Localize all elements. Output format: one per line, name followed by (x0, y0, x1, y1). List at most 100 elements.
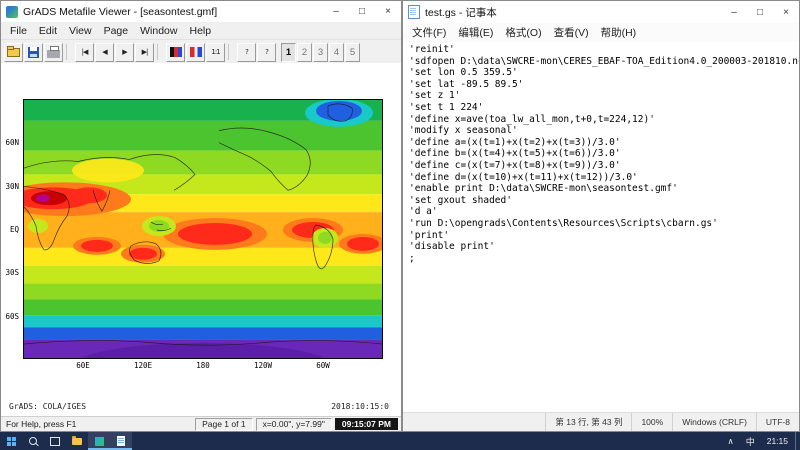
page-button-4[interactable]: 4 (329, 43, 344, 62)
script-line: 'reinit' (409, 44, 799, 56)
x-tick-label: 120W (254, 361, 272, 370)
script-line: 'd a' (409, 206, 799, 218)
folder-icon (72, 438, 82, 445)
page-button-3[interactable]: 3 (313, 43, 328, 62)
script-line: 'enable print D:\data\SWCRE-mon\seasonte… (409, 183, 799, 195)
toolbar-separator (157, 44, 163, 60)
y-tick-label: 30N (5, 182, 19, 191)
grads-window-title: GrADS Metafile Viewer - [seasontest.gmf] (23, 6, 217, 18)
help-button[interactable]: ? (237, 43, 256, 62)
menu-item[interactable]: 帮助(H) (595, 25, 643, 40)
menu-item[interactable]: File (4, 25, 33, 37)
y-tick-label: 60N (5, 138, 19, 147)
minimize-button[interactable]: – (721, 1, 747, 23)
map-plot-area: 60N30NEQ30S60S 60E120E180120W60W (23, 99, 383, 359)
print-button[interactable] (44, 43, 63, 62)
save-button[interactable] (24, 43, 43, 62)
status-line-ending: Windows (CRLF) (672, 413, 756, 431)
taskbar-notepad-app[interactable] (110, 432, 132, 450)
script-line: 'set lat -89.5 89.5' (409, 79, 799, 91)
script-line: 'disable print' (409, 241, 799, 253)
context-help-button-icon: ? (265, 48, 268, 56)
next-page-button[interactable]: ▶ (115, 43, 134, 62)
y-tick-label: EQ (10, 225, 19, 234)
save-button-icon (28, 47, 39, 58)
ime-indicator[interactable]: 中 (741, 432, 760, 450)
notepad-menubar: 文件(F)编辑(E)格式(O)查看(V)帮助(H) (403, 23, 799, 43)
status-cursor-coords: x=0.00", y=7.99" (256, 418, 332, 431)
menu-item[interactable]: Page (98, 25, 135, 37)
tray-chevron-icon[interactable]: ∧ (722, 432, 738, 450)
first-page-button[interactable]: |◀ (75, 43, 94, 62)
page-button-1[interactable]: 1 (281, 43, 296, 62)
menu-item[interactable]: Help (183, 25, 217, 37)
next-page-button-icon: ▶ (122, 48, 126, 56)
grads-page-buttons: 12345 (281, 43, 360, 62)
grads-menubar: FileEditViewPageWindowHelp (1, 22, 401, 40)
menu-item[interactable]: View (63, 25, 98, 37)
notepad-app-icon (408, 5, 420, 19)
status-page-indicator: Page 1 of 1 (195, 418, 252, 431)
maximize-button[interactable]: □ (747, 1, 773, 23)
menu-item[interactable]: 查看(V) (548, 25, 595, 40)
show-desktop-button[interactable] (795, 432, 800, 450)
search-icon (29, 437, 37, 445)
x-tick-label: 180 (196, 361, 210, 370)
minimize-button[interactable]: – (323, 1, 349, 22)
color-mode-button[interactable] (166, 43, 185, 62)
print-button-icon (47, 50, 60, 58)
script-line: 'define a=(x(t=1)+x(t=2)+x(t=3))/3.0' (409, 137, 799, 149)
status-zoom-level[interactable]: 100% (631, 413, 672, 431)
notepad-text-area[interactable]: 'reinit''sdfopen D:\data\SWCRE-mon\CERES… (403, 42, 799, 413)
menu-item[interactable]: 文件(F) (406, 25, 452, 40)
status-encoding: UTF-8 (756, 413, 799, 431)
grads-canvas: 60N30NEQ30S60S 60E120E180120W60W GrADS: … (1, 63, 401, 416)
script-line: 'define b=(x(t=4)+x(t=5)+x(t=6))/3.0' (409, 148, 799, 160)
open-button-icon (7, 48, 20, 57)
maximize-button[interactable]: □ (349, 1, 375, 22)
search-button[interactable] (22, 432, 44, 450)
notepad-window-title: test.gs - 记事本 (425, 5, 497, 20)
animate-button-icon (190, 47, 202, 57)
close-button[interactable]: × (773, 1, 799, 23)
menu-item[interactable]: Window (134, 25, 183, 37)
close-button[interactable]: × (375, 1, 401, 22)
actual-size-button-icon: 1:1 (211, 48, 219, 56)
page-button-5[interactable]: 5 (345, 43, 360, 62)
grads-window-controls: – □ × (323, 1, 401, 22)
taskbar-grads-app[interactable] (88, 432, 110, 450)
system-tray: ∧ 中 21:15 (722, 432, 800, 450)
task-view-button[interactable] (44, 432, 66, 450)
open-button[interactable] (4, 43, 23, 62)
file-explorer-button[interactable] (66, 432, 88, 450)
shaded-contour-map (23, 99, 383, 359)
prev-page-button[interactable]: ◀ (95, 43, 114, 62)
animate-button[interactable] (186, 43, 205, 62)
grads-window: GrADS Metafile Viewer - [seasontest.gmf]… (0, 0, 402, 432)
actual-size-button[interactable]: 1:1 (206, 43, 225, 62)
script-line: 'run D:\opengrads\Contents\Resources\Scr… (409, 218, 799, 230)
taskbar-clock[interactable]: 21:15 (762, 432, 793, 450)
notepad-window: test.gs - 记事本 – □ × 文件(F)编辑(E)格式(O)查看(V)… (402, 0, 800, 432)
grads-titlebar[interactable]: GrADS Metafile Viewer - [seasontest.gmf]… (1, 1, 401, 22)
y-tick-label: 30S (5, 268, 19, 277)
status-help-text: For Help, press F1 (4, 419, 192, 429)
page-button-2[interactable]: 2 (297, 43, 312, 62)
script-line: 'sdfopen D:\data\SWCRE-mon\CERES_EBAF-TO… (409, 56, 799, 68)
x-tick-label: 120E (134, 361, 152, 370)
windows-logo-icon (7, 437, 16, 446)
menu-item[interactable]: 编辑(E) (452, 25, 499, 40)
notepad-titlebar[interactable]: test.gs - 记事本 – □ × (403, 1, 799, 23)
notepad-statusbar: 第 13 行, 第 43 列 100% Windows (CRLF) UTF-8 (403, 412, 799, 431)
task-view-icon (50, 437, 60, 446)
grads-app-icon (95, 437, 104, 446)
menu-item[interactable]: 格式(O) (499, 25, 547, 40)
context-help-button[interactable]: ? (257, 43, 276, 62)
menu-item[interactable]: Edit (33, 25, 63, 37)
script-line: 'define c=(x(t=7)+x(t=8)+x(t=9))/3.0' (409, 160, 799, 172)
grads-app-icon (6, 6, 18, 18)
start-button[interactable] (0, 432, 22, 450)
script-line: 'set z 1' (409, 90, 799, 102)
x-tick-label: 60E (76, 361, 90, 370)
last-page-button[interactable]: ▶| (135, 43, 154, 62)
